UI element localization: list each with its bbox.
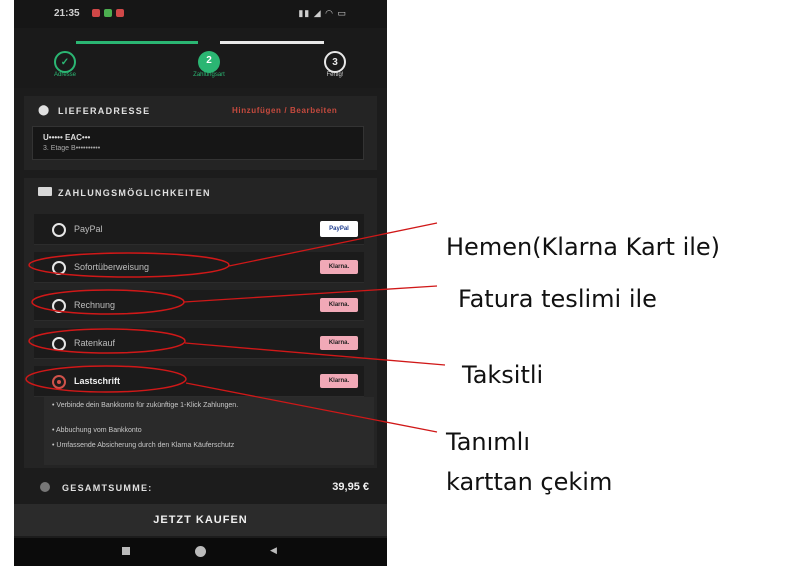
highlight-lastschrift — [25, 365, 187, 393]
annotation-sofort: Hemen(Klarna Kart ile) — [446, 233, 721, 261]
highlight-rechnung — [31, 289, 185, 315]
highlight-sofort — [28, 252, 230, 278]
annotation-rechnung: Fatura teslimi ile — [458, 285, 657, 313]
leader-line-ratenkauf — [184, 342, 446, 366]
leader-line-sofort — [228, 222, 438, 267]
highlight-ratenkauf — [28, 328, 186, 354]
annotation-ratenkauf: Taksitli — [462, 361, 544, 389]
annotation-overlay — [25, 222, 446, 433]
annotation-lastschrift-1: Tanımlı — [446, 428, 530, 456]
leader-line-rechnung — [183, 285, 438, 303]
annotation-lastschrift-2: karttan çekim — [446, 468, 613, 496]
leader-line-lastschrift — [185, 382, 438, 433]
